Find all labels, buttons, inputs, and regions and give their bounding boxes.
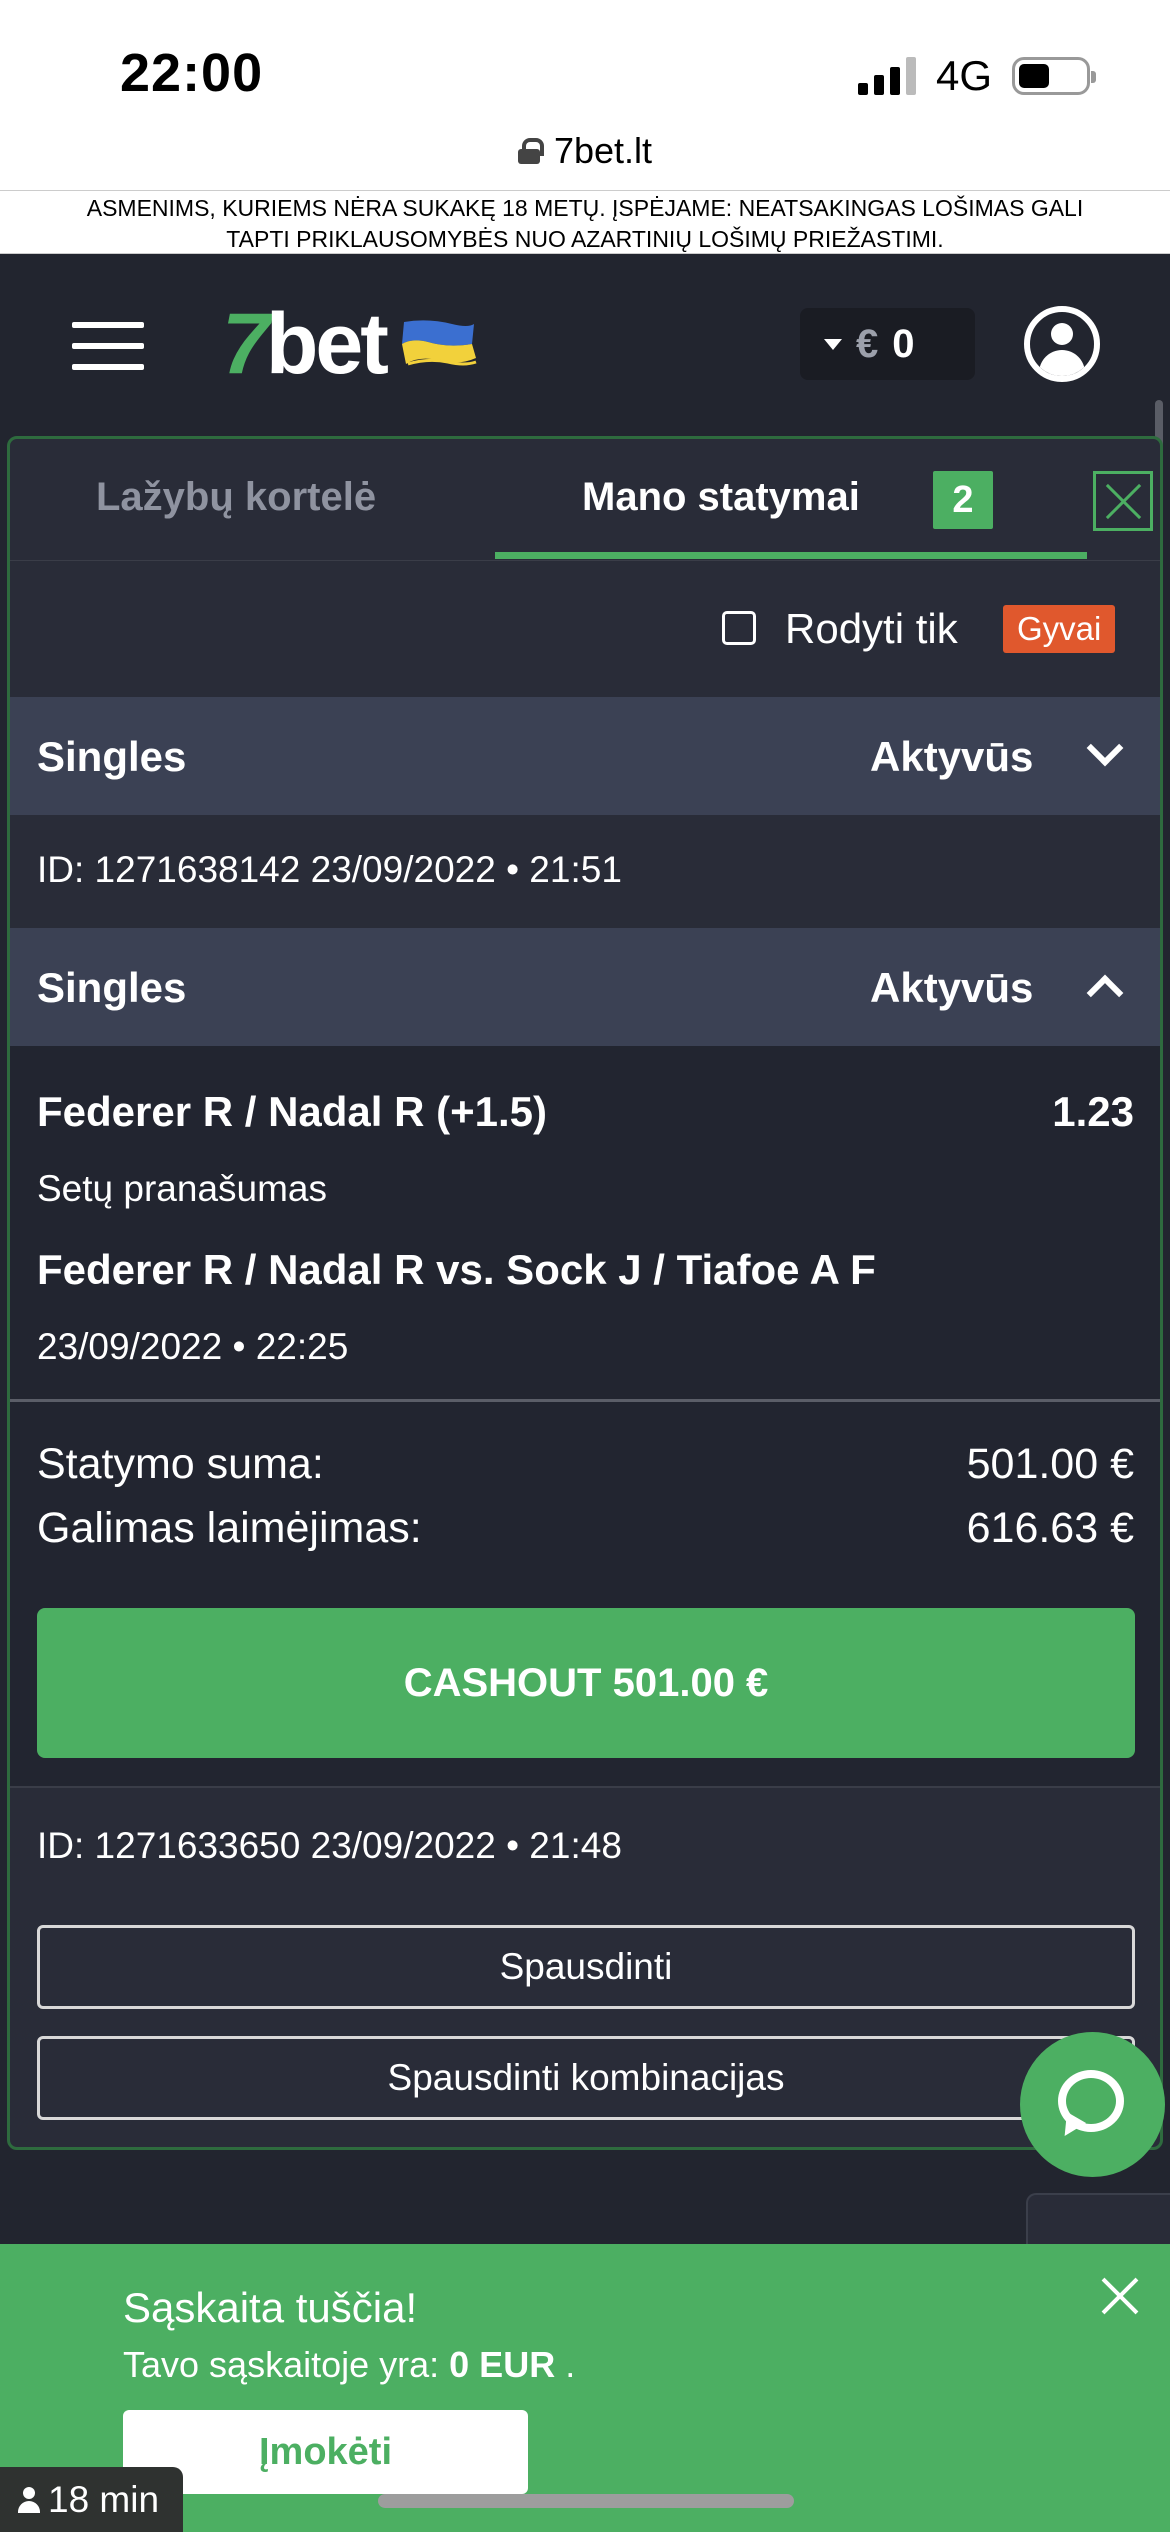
user-icon[interactable]	[1024, 306, 1100, 382]
signal-icon	[857, 57, 916, 95]
status-time: 22:00	[120, 43, 264, 103]
session-timer-value: 18 min	[48, 2478, 160, 2520]
chevron-up-icon[interactable]	[1086, 974, 1124, 1012]
print-combinations-button[interactable]: Spausdinti kombinacijas	[37, 2036, 1135, 2120]
toast-text-prefix: Tavo sąskaitoje yra:	[123, 2344, 450, 2385]
live-only-checkbox[interactable]	[722, 611, 756, 645]
event-name: Federer R / Nadal R vs. Sock J / Tiafoe …	[37, 1246, 876, 1293]
potential-win-value: 616.63 €	[966, 1504, 1134, 1552]
toast-message: Tavo sąskaitoje yra: 0 EUR .	[123, 2344, 575, 2386]
chat-icon[interactable]	[1020, 2032, 1165, 2177]
url-text: 7bet.lt	[553, 130, 653, 171]
toast-text-suffix: .	[555, 2344, 576, 2385]
toast-amount: 0 EUR	[449, 2344, 556, 2385]
stake-value: 501.00 €	[966, 1440, 1134, 1488]
bet-status: Aktyvūs	[870, 733, 1034, 780]
active-tab-indicator	[495, 552, 1087, 559]
session-timer: 18 min	[0, 2467, 183, 2532]
person-icon	[18, 2486, 40, 2513]
tab-betslip[interactable]: Lažybų kortelė	[96, 475, 376, 520]
market-name: Setų pranašumas	[37, 1168, 328, 1209]
live-filter: Rodyti tik Gyvai	[10, 561, 1160, 697]
bet-id: ID: 1271633650 23/09/2022 • 21:48	[37, 1825, 622, 1866]
deposit-button[interactable]: Įmokėti	[123, 2410, 528, 2494]
bet-status: Aktyvūs	[870, 964, 1034, 1011]
lock-icon	[517, 138, 544, 164]
site-logo[interactable]: 7 bet	[222, 296, 477, 392]
live-filter-label[interactable]: Rodyti tik	[785, 605, 958, 653]
close-icon[interactable]	[1100, 2276, 1140, 2316]
home-indicator[interactable]	[378, 2494, 794, 2508]
bet-header[interactable]: Singles Aktyvūs	[10, 928, 1160, 1046]
bet-id: ID: 1271638142 23/09/2022 • 21:51	[37, 849, 622, 890]
currency-symbol: €	[856, 321, 879, 366]
menu-icon[interactable]	[72, 322, 144, 370]
caret-down-icon	[824, 338, 842, 350]
age-warning: ASMENIMS, KURIEMS NĖRA SUKAKĘ 18 METŲ. Į…	[0, 190, 1170, 254]
logo-seven: 7	[222, 295, 270, 392]
site-header: 7 bet € 0	[0, 254, 1160, 434]
logo-bet: bet	[265, 295, 389, 392]
bet-summary: Statymo suma: 501.00 € Galimas laimėjima…	[10, 1402, 1160, 1788]
toast-title: Sąskaita tuščia!	[123, 2284, 418, 2331]
event-date: 23/09/2022 • 22:25	[37, 1326, 349, 1367]
tab-my-bets[interactable]: Mano statymai	[582, 475, 860, 520]
age-warning-line1: ASMENIMS, KURIEMS NĖRA SUKAKĘ 18 METŲ. Į…	[86, 195, 1084, 221]
ukraine-flag-icon	[402, 320, 477, 366]
bet-type: Singles	[37, 964, 187, 1011]
betslip-tabs: Lažybų kortelė Mano statymai 2	[10, 439, 1160, 561]
balance-dropdown[interactable]: € 0	[800, 308, 975, 380]
network-type: 4G	[935, 52, 992, 99]
balance-value: 0	[892, 321, 915, 366]
selection-name: Federer R / Nadal R (+1.5)	[37, 1088, 548, 1135]
chevron-down-icon[interactable]	[1086, 729, 1124, 767]
my-bets-count-badge: 2	[933, 471, 993, 529]
selection-odds: 1.23	[1052, 1088, 1134, 1135]
bet-selection: Federer R / Nadal R (+1.5) 1.23 Setų pra…	[10, 1046, 1160, 1402]
close-icon[interactable]	[1093, 471, 1153, 531]
potential-win-label: Galimas laimėjimas:	[37, 1504, 422, 1552]
status-indicators: 4G	[857, 52, 1096, 100]
cashout-button[interactable]: CASHOUT 501.00 €	[37, 1608, 1135, 1758]
stake-label: Statymo suma:	[37, 1440, 324, 1488]
age-warning-line2: TAPTI PRIKLAUSOMYBĖS NUO AZARTINIŲ LOŠIM…	[226, 226, 944, 252]
live-badge: Gyvai	[1003, 605, 1116, 653]
bet-header[interactable]: Singles Aktyvūs	[10, 697, 1160, 815]
print-button[interactable]: Spausdinti	[37, 1925, 1135, 2009]
battery-icon	[1012, 57, 1096, 95]
betslip-panel: Lažybų kortelė Mano statymai 2 Rodyti ti…	[7, 436, 1163, 2150]
bet-type: Singles	[37, 733, 187, 780]
address-bar[interactable]: 7bet.lt	[0, 110, 1170, 192]
